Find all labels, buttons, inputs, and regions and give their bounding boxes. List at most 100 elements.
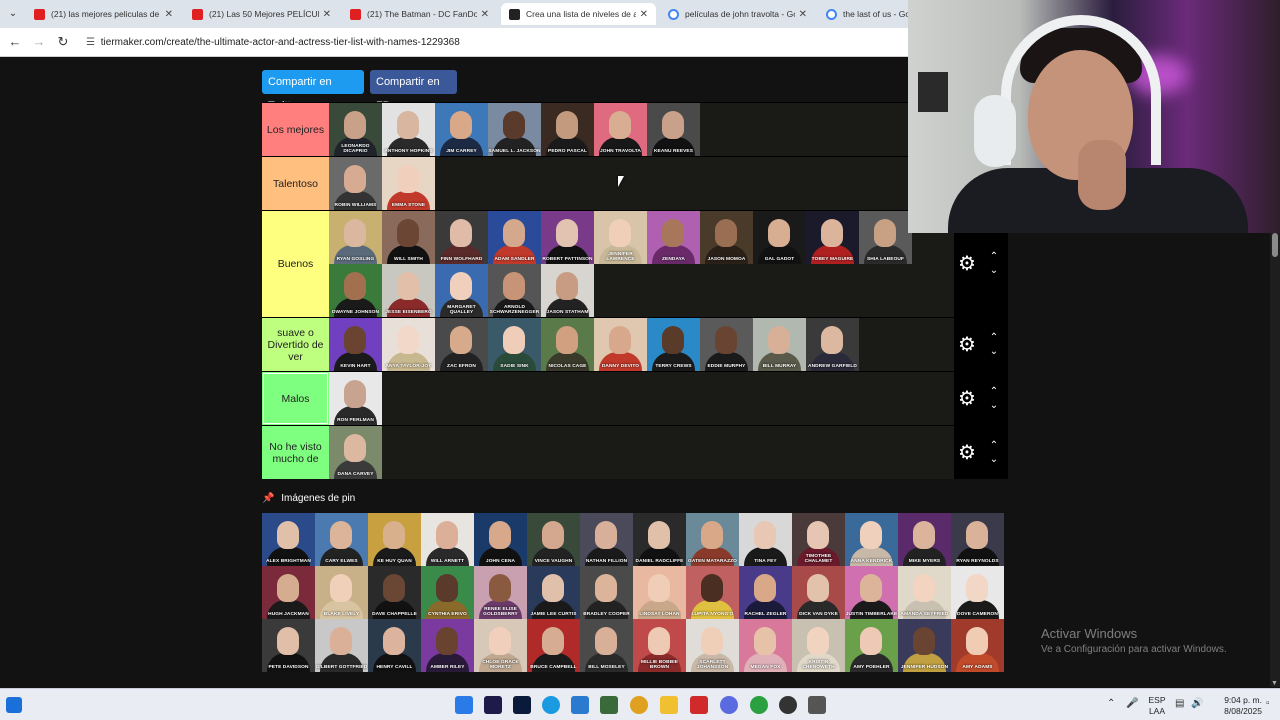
actor-card[interactable]: JAMIE LEE CURTIS	[527, 566, 580, 619]
actor-card[interactable]: ADAM SANDLER	[488, 211, 541, 264]
actor-card[interactable]: JESSE EISENBERG	[382, 264, 435, 317]
actor-card[interactable]: KRISTIN CHENOWETH	[792, 619, 845, 672]
actor-card[interactable]: TOBEY MAGUIRE	[806, 211, 859, 264]
actor-card[interactable]: BILL MOSELEY	[580, 619, 633, 672]
actor-card[interactable]: RYAN REYNOLDS	[951, 513, 1004, 566]
actor-card[interactable]: ANYA TAYLOR-JOY	[382, 318, 435, 371]
actor-card[interactable]: CYNTHIA ERIVO	[421, 566, 474, 619]
actor-card[interactable]: JIM CARREY	[435, 103, 488, 156]
premiere-icon[interactable]	[484, 696, 502, 714]
notifications-icon[interactable]: ▫	[1266, 698, 1270, 709]
move-up-icon[interactable]: ⌃	[988, 385, 1000, 399]
actor-card[interactable]: LEONARDO DICAPRIO	[329, 103, 382, 156]
move-down-icon[interactable]: ⌄	[988, 399, 1000, 413]
actor-card[interactable]: MEGAN FOX	[739, 619, 792, 672]
actor-card[interactable]: BILL MURRAY	[753, 318, 806, 371]
actor-card[interactable]: RENEE ELISE GOLDSBERRY	[474, 566, 527, 619]
actor-card[interactable]: JOHN CENA	[474, 513, 527, 566]
actor-card[interactable]: AMANDA SEYFRIED	[898, 566, 951, 619]
obs-icon[interactable]	[779, 696, 797, 714]
gear-icon[interactable]: ⚙	[958, 253, 976, 275]
actor-card[interactable]: ROBERT PATTINSON	[541, 211, 594, 264]
actor-card[interactable]: RYAN GOSLING	[329, 211, 382, 264]
actor-card[interactable]: GILBERT GOTTFRIED	[315, 619, 368, 672]
actor-card[interactable]: KEVIN HART	[329, 318, 382, 371]
tier-label[interactable]: No he visto mucho de	[262, 426, 329, 479]
browser-tab[interactable]: películas de john travolta - Goo ✕	[660, 3, 815, 25]
language-indicator[interactable]: ESP LAA	[1145, 695, 1169, 717]
edge-icon[interactable]	[542, 696, 560, 714]
actor-card[interactable]: JUSTIN TIMBERLAKE	[845, 566, 898, 619]
actor-card[interactable]: MARGARET QUALLEY	[435, 264, 488, 317]
actor-card[interactable]: DICK VAN DYKE	[792, 566, 845, 619]
actor-card[interactable]: NICOLAS CAGE	[541, 318, 594, 371]
actor-card[interactable]: TIMOTHEE CHALAMET	[792, 513, 845, 566]
actor-card[interactable]: KEANU REEVES	[647, 103, 700, 156]
actor-card[interactable]: SHIA LABEOUF	[859, 211, 912, 264]
close-tab-icon[interactable]: ✕	[799, 9, 807, 20]
actor-card[interactable]: ANNA KENDRICK	[845, 513, 898, 566]
actor-card[interactable]: AMBER RILEY	[421, 619, 474, 672]
actor-card[interactable]: JENNIFER LAWRENCE	[594, 211, 647, 264]
reload-icon[interactable]: ↻	[54, 34, 72, 50]
actor-card[interactable]: SAMUEL L. JACKSON	[488, 103, 541, 156]
steam-icon[interactable]	[808, 696, 826, 714]
actor-card[interactable]: JENNIFER HUDSON	[898, 619, 951, 672]
gear-icon[interactable]: ⚙	[958, 334, 976, 356]
actor-card[interactable]: JOHN TRAVOLTA	[594, 103, 647, 156]
actor-card[interactable]: ANDREW GARFIELD	[806, 318, 859, 371]
browser-tab[interactable]: Crea una lista de niveles de act ✕	[501, 3, 656, 25]
close-tab-icon[interactable]: ✕	[165, 9, 173, 20]
actor-card[interactable]: LUPITA NYONG'O	[686, 566, 739, 619]
file-explorer-icon[interactable]	[660, 696, 678, 714]
actor-card[interactable]: SADIE SINK	[488, 318, 541, 371]
widgets-icon[interactable]	[6, 697, 22, 713]
discord-icon[interactable]	[720, 696, 738, 714]
chrome-icon[interactable]	[630, 696, 648, 714]
move-up-icon[interactable]: ⌃	[988, 250, 1000, 264]
move-down-icon[interactable]: ⌄	[988, 453, 1000, 467]
actor-card[interactable]: GAL GADOT	[753, 211, 806, 264]
actor-card[interactable]: AMY ADAMS	[951, 619, 1004, 672]
move-up-icon[interactable]: ⌃	[988, 439, 1000, 453]
gear-icon[interactable]: ⚙	[958, 442, 976, 464]
actor-card[interactable]: ARNOLD SCHWARZENEGGER	[488, 264, 541, 317]
actor-card[interactable]: BLAKE LIVELY	[315, 566, 368, 619]
browser-tab[interactable]: (21) las mejores peliculas de lo ✕	[26, 3, 181, 25]
actor-card[interactable]: HENRY CAVILL	[368, 619, 421, 672]
actor-card[interactable]: SCARLETT JOHANSSON	[686, 619, 739, 672]
actor-card[interactable]: GATEN MATARAZZO	[686, 513, 739, 566]
tier-label[interactable]: Malos	[262, 372, 329, 425]
network-icon[interactable]: ▤	[1175, 698, 1184, 709]
actor-card[interactable]: KE HUY QUAN	[368, 513, 421, 566]
actor-card[interactable]: PEDRO PASCAL	[541, 103, 594, 156]
actor-card[interactable]: ALEX BRIGHTMAN	[262, 513, 315, 566]
actor-card[interactable]: PETE DAVIDSON	[262, 619, 315, 672]
microphone-icon[interactable]: 🎤	[1126, 698, 1138, 709]
actor-card[interactable]: CHLOE GRACE MORETZ	[474, 619, 527, 672]
move-up-icon[interactable]: ⌃	[988, 331, 1000, 345]
actor-card[interactable]: VINCE VAUGHN	[527, 513, 580, 566]
tier-label[interactable]: Buenos	[262, 211, 329, 317]
tray-chevron-icon[interactable]: ⌃	[1107, 698, 1115, 709]
actor-card[interactable]: WILL ARNETT	[421, 513, 474, 566]
actor-card[interactable]: JASON STATHAM	[541, 264, 594, 317]
browser-tab[interactable]: (21) Las 50 Mejores PELÍCULAS ✕	[184, 3, 339, 25]
actor-card[interactable]: WILL SMITH	[382, 211, 435, 264]
address-field[interactable]: ☰ tiermaker.com/create/the-ultimate-acto…	[86, 34, 460, 51]
close-tab-icon[interactable]: ✕	[481, 9, 489, 20]
tier-label[interactable]: suave o Divertido de ver	[262, 318, 329, 371]
actor-card[interactable]: ZAC EFRON	[435, 318, 488, 371]
actor-card[interactable]: EMMA STONE	[382, 157, 435, 210]
actor-card[interactable]: DANNY DEVITO	[594, 318, 647, 371]
scroll-down-icon[interactable]: ▼	[1271, 680, 1278, 687]
actor-card[interactable]: ZENDAYA	[647, 211, 700, 264]
actor-card[interactable]: JASON MOMOA	[700, 211, 753, 264]
gear-icon[interactable]: ⚙	[958, 388, 976, 410]
scroll-thumb[interactable]	[1272, 233, 1278, 257]
actor-card[interactable]: DAVE CHAPPELLE	[368, 566, 421, 619]
site-info-icon[interactable]: ☰	[86, 34, 98, 51]
clock[interactable]: 9:04 p. m. 8/08/2025	[1206, 695, 1262, 717]
close-tab-icon[interactable]: ✕	[640, 9, 648, 20]
actor-card[interactable]: ROBIN WILLIAMS	[329, 157, 382, 210]
